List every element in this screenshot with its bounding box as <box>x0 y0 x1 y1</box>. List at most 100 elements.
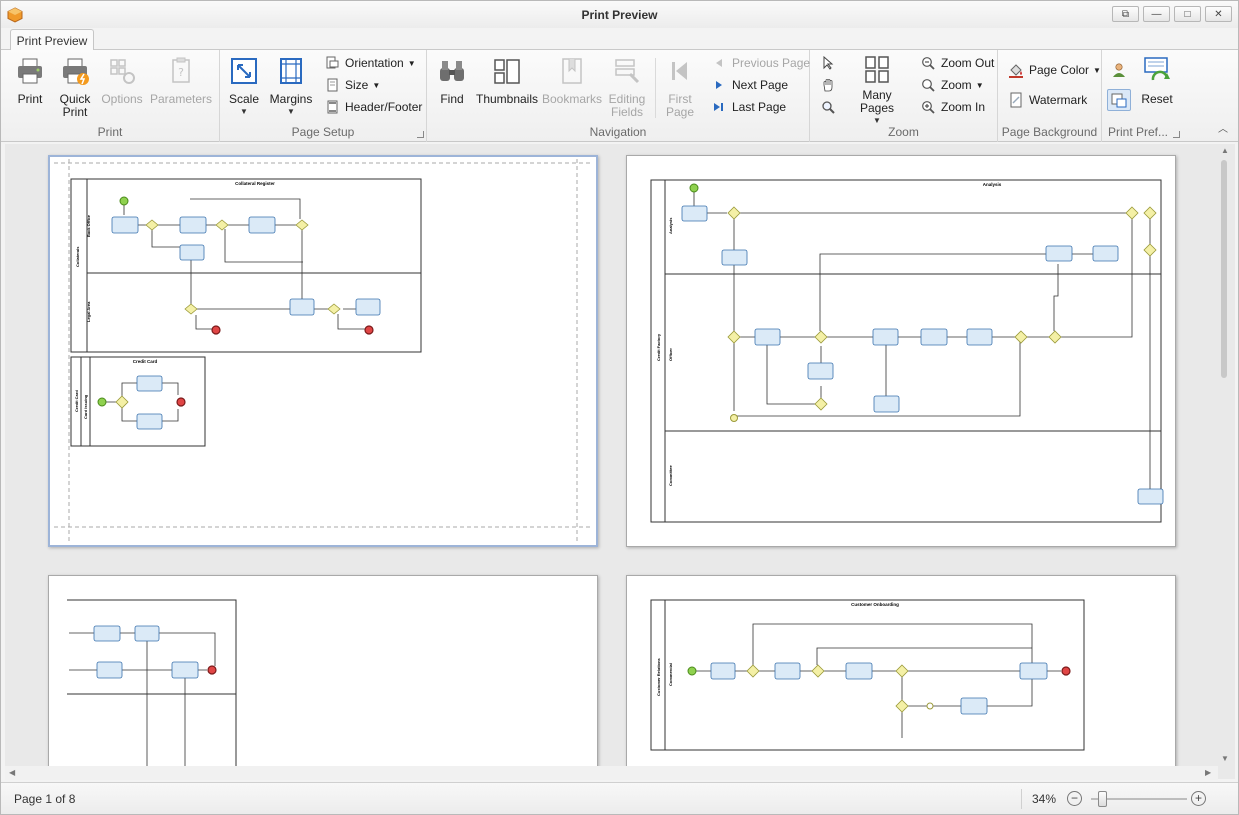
page-1-lane-d: Card Issuing <box>83 394 88 419</box>
page-indicator: Page 1 of 8 <box>14 792 76 806</box>
zoom-out-button[interactable]: Zoom Out <box>920 53 994 73</box>
page-background-group: Page Color ▼ Watermark Page Background <box>998 50 1102 142</box>
page-2-lane-a: Analysis <box>668 217 673 234</box>
close-window-button[interactable]: ✕ <box>1205 6 1232 22</box>
printer-icon <box>13 54 47 88</box>
maximize-window-button[interactable]: □ <box>1174 6 1201 22</box>
preview-page-3[interactable] <box>48 575 598 779</box>
preferences-toggle-icon <box>1111 92 1127 108</box>
plus-icon: + <box>1194 791 1202 805</box>
hand-tool-button[interactable] <box>820 75 841 95</box>
orientation-button[interactable]: Orientation ▼ <box>324 53 416 73</box>
zoom-button[interactable]: Zoom ▼ <box>920 75 984 95</box>
print-pref-group-label: Print Pref... <box>1108 125 1169 139</box>
many-pages-icon <box>860 54 894 84</box>
editing-fields-icon <box>610 54 644 88</box>
zoom-percentage[interactable]: 34% <box>1032 792 1056 806</box>
margins-dropdown-icon: ▼ <box>287 107 295 116</box>
page-1-diagram: Collateral Register Collaterals Back Off… <box>54 159 592 543</box>
page-color-button[interactable]: Page Color ▼ <box>1008 60 1101 80</box>
first-page-icon <box>663 54 697 88</box>
minimize-window-button[interactable]: — <box>1143 6 1170 22</box>
minus-icon: − <box>1070 791 1078 805</box>
horizontal-scrollbar[interactable]: ◀ ▶ <box>5 766 1218 780</box>
watermark-button[interactable]: Watermark <box>1008 90 1087 110</box>
scale-dropdown-icon: ▼ <box>240 107 248 116</box>
user-preferences-button[interactable] <box>1111 60 1132 80</box>
margins-icon <box>274 54 308 88</box>
page-setup-launcher-icon[interactable] <box>417 131 424 138</box>
previous-page-button[interactable]: Previous Page <box>711 53 810 73</box>
print-button[interactable]: Print <box>13 54 47 124</box>
vertical-scrollbar[interactable]: ▲ ▼ <box>1218 144 1232 766</box>
reset-button[interactable]: Reset <box>1140 54 1174 124</box>
parameters-icon: ? <box>164 54 198 88</box>
binoculars-icon <box>435 54 469 88</box>
navigation-group: Find Thumbnails Bookmarks Editing Fields <box>427 50 810 142</box>
print-preview-window: Print Preview ⧉ — □ ✕ Print Preview Prin… <box>0 0 1239 815</box>
page-background-group-label: Page Background <box>1001 125 1098 139</box>
preferences-toggle-button[interactable] <box>1107 89 1131 111</box>
zoom-in-button[interactable]: Zoom In <box>920 97 985 117</box>
header-footer-icon <box>324 99 340 115</box>
scroll-left-icon[interactable]: ◀ <box>9 768 15 777</box>
zoom-minus-button[interactable]: − <box>1067 791 1082 806</box>
scroll-right-icon[interactable]: ▶ <box>1205 768 1211 777</box>
bookmarks-button[interactable]: Bookmarks <box>542 54 602 124</box>
page-size-icon <box>324 77 340 93</box>
svg-text:?: ? <box>178 66 184 79</box>
size-button[interactable]: Size ▼ <box>324 75 380 95</box>
zoom-dropdown-icon: ▼ <box>975 80 984 90</box>
pointer-tool-button[interactable] <box>820 53 841 73</box>
last-page-button[interactable]: Last Page <box>711 97 786 117</box>
next-page-button[interactable]: Next Page <box>711 75 788 95</box>
restore-window-button[interactable]: ⧉ <box>1112 6 1139 22</box>
header-footer-button[interactable]: Header/Footer <box>324 97 422 117</box>
print-pref-group: Reset Print Pref... <box>1102 50 1182 142</box>
tab-print-preview[interactable]: Print Preview <box>10 29 94 51</box>
zoom-plus-button[interactable]: + <box>1191 791 1206 806</box>
first-page-button[interactable]: First Page <box>662 54 698 124</box>
quick-print-button[interactable]: Quick Print <box>56 54 94 124</box>
thumbnails-button[interactable]: Thumbnails <box>476 54 538 124</box>
document-viewport[interactable]: Collateral Register Collaterals Back Off… <box>5 144 1235 779</box>
window-title: Print Preview <box>581 8 658 22</box>
page-2-lane-outer: Credit Factory <box>656 333 661 361</box>
vertical-scroll-thumb[interactable] <box>1221 160 1227 378</box>
page-4-diagram: Customer Onboarding Customer Relations C… <box>650 599 1085 751</box>
preview-page-2[interactable]: Analysis Credit Factory Analysis Officer… <box>626 155 1176 547</box>
size-dropdown-icon: ▼ <box>372 80 381 90</box>
preview-page-4[interactable]: Customer Onboarding Customer Relations C… <box>626 575 1176 779</box>
print-pref-launcher-icon[interactable] <box>1173 131 1180 138</box>
find-button[interactable]: Find <box>437 54 467 124</box>
page-2-lane-b: Officer <box>668 348 673 361</box>
scroll-down-icon[interactable]: ▼ <box>1221 754 1229 763</box>
orientation-icon <box>324 55 340 71</box>
last-page-icon <box>711 99 727 115</box>
preview-page-1[interactable]: Collateral Register Collaterals Back Off… <box>48 155 598 547</box>
zoom-slider-thumb[interactable] <box>1098 791 1107 807</box>
margins-button[interactable]: Margins ▼ <box>270 54 312 124</box>
print-group: Print Quick Print Options ? Parameters P… <box>1 50 220 142</box>
ribbon-tabstrip: Print Preview <box>1 28 1238 51</box>
page-4-lane-outer: Customer Relations <box>656 657 661 696</box>
zoom-group-label: Zoom <box>888 125 919 139</box>
magnifier-tool-button[interactable] <box>820 97 841 117</box>
parameters-button[interactable]: ? Parameters <box>150 54 212 124</box>
hand-icon <box>820 77 836 93</box>
editing-fields-button[interactable]: Editing Fields <box>608 54 646 124</box>
orientation-dropdown-icon: ▼ <box>407 58 416 68</box>
many-pages-button[interactable]: Many Pages ▼ <box>846 54 908 125</box>
restore-icon: ⧉ <box>1121 8 1130 20</box>
scale-icon <box>227 54 261 88</box>
options-button[interactable]: Options <box>101 54 143 124</box>
collapse-ribbon-button[interactable]: ︿ <box>1218 120 1228 135</box>
minimize-icon: — <box>1151 8 1162 20</box>
maximize-icon: □ <box>1184 8 1191 20</box>
print-group-label: Print <box>97 125 123 139</box>
scroll-up-icon[interactable]: ▲ <box>1221 146 1229 155</box>
scale-button[interactable]: Scale ▼ <box>228 54 260 124</box>
page-3-diagram <box>67 599 237 779</box>
title-bar: Print Preview ⧉ — □ ✕ <box>1 1 1238 28</box>
zoom-out-icon <box>920 55 936 71</box>
